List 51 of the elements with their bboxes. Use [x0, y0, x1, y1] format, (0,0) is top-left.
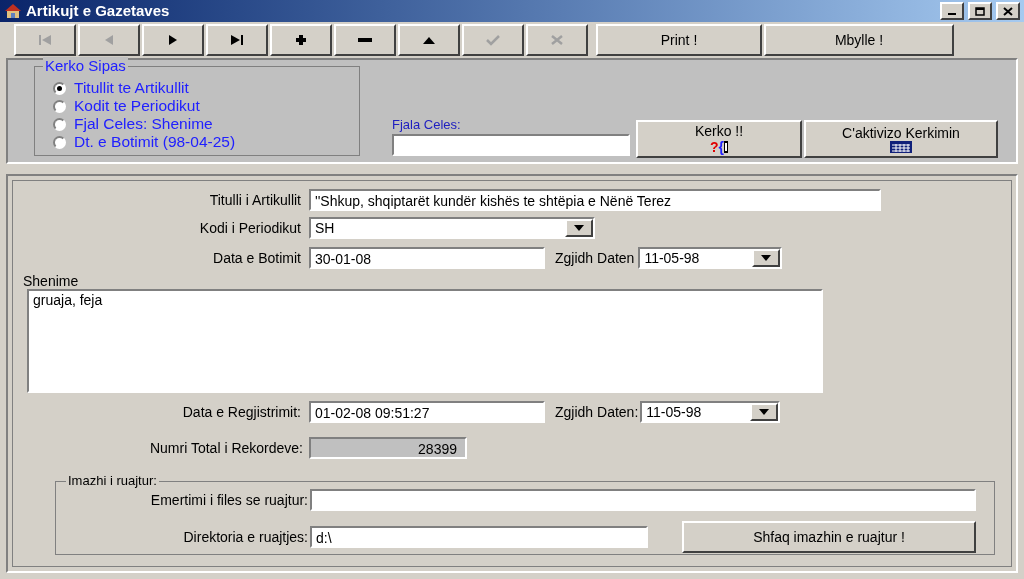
toolbar-button[interactable] — [206, 24, 268, 56]
close-button[interactable] — [996, 2, 1020, 20]
clear-search-button[interactable]: C'aktivizo Kerkimin — [804, 120, 998, 158]
maximize-icon — [975, 6, 985, 16]
field-label: Direktoria e ruajtjes: — [182, 527, 309, 547]
maximize-button[interactable] — [968, 2, 992, 20]
field-label: Titulli i Artikullit — [208, 190, 302, 210]
group-title: Kerko Sipas — [43, 57, 128, 75]
field-label: Data e Regjistrimit: — [181, 402, 302, 422]
minimize-button[interactable] — [940, 2, 964, 20]
file-name-field[interactable] — [310, 489, 976, 511]
date-dropdown[interactable]: 11-05-98 — [640, 401, 781, 423]
calendar-icon — [890, 141, 912, 153]
notes-field[interactable]: gruaja, feja — [27, 289, 823, 393]
print-button[interactable]: Print ! — [596, 24, 762, 56]
toolbar-button[interactable] — [398, 24, 460, 56]
title-field[interactable]: ''Shkup, shqiptarët kundër kishës te shtëpia e Nënë Terez — [309, 189, 881, 211]
check-icon — [484, 34, 502, 46]
toolbar-button[interactable] — [334, 24, 396, 56]
toolbar-button[interactable] — [142, 24, 204, 56]
window-title: Artikujt e Gazetaves — [26, 0, 171, 21]
radio-button[interactable] — [53, 117, 66, 131]
minimize-icon — [948, 13, 956, 15]
date-field[interactable]: 30-01-08 — [309, 247, 545, 269]
date-field[interactable]: 01-02-08 09:51:27 — [309, 401, 545, 423]
last-record-icon — [228, 34, 246, 46]
bracket-icon — [724, 141, 728, 153]
search-button[interactable]: Kerko !! ?{ — [636, 120, 802, 158]
house-icon — [4, 3, 22, 19]
radio-button[interactable] — [53, 99, 66, 113]
keyword-label: Fjala Celes: — [392, 115, 462, 134]
toolbar-button[interactable] — [270, 24, 332, 56]
field-label: Data e Botimit — [212, 248, 302, 268]
field-label: Zgjidh Daten: — [555, 402, 639, 422]
field-label: Kodi i Periodikut — [198, 218, 302, 238]
field-label: Zgjidh Daten — [555, 248, 635, 268]
total-records-field: 28399 — [309, 437, 467, 459]
date-dropdown[interactable]: 11-05-98 — [638, 247, 783, 269]
radio-button[interactable] — [53, 135, 66, 149]
close-icon — [1003, 6, 1013, 16]
directory-field[interactable]: d:\ — [310, 526, 648, 548]
show-image-button[interactable]: Shfaq imazhin e ruajtur ! — [682, 521, 976, 553]
field-label: Emertimi i files se ruajtur: — [149, 490, 309, 510]
close-form-button[interactable]: Mbylle ! — [764, 24, 954, 56]
first-record-icon — [36, 34, 54, 46]
group-title: Imazhi i ruajtur: — [66, 473, 159, 489]
radio-button[interactable] — [53, 81, 66, 95]
field-label: Numri Total i Rekordeve: — [148, 438, 304, 458]
notes-label: Shenime — [23, 273, 80, 289]
keyword-field[interactable] — [392, 134, 630, 156]
code-dropdown[interactable]: SH — [309, 217, 595, 239]
